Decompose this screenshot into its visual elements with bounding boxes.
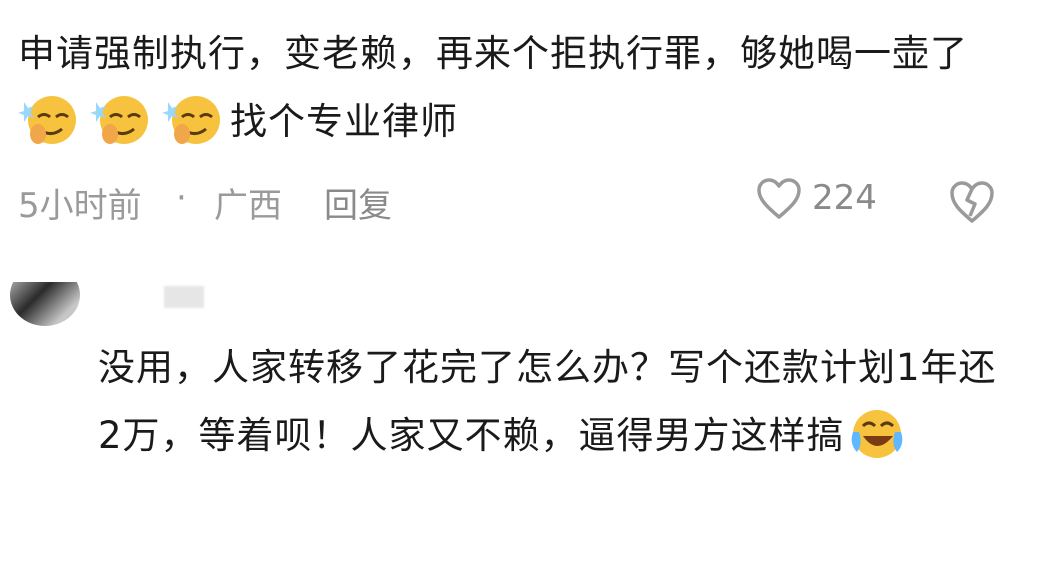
avatar-top-divider [10, 252, 80, 282]
comment-text: 申请强制执行，变老赖，再来个拒执行罪，够她喝一壶了 找个专业律师 [18, 20, 1028, 156]
meta-separator: · [176, 178, 187, 218]
laugh-cry-emoji-icon [851, 410, 902, 458]
comment-time: 5小时前 [18, 186, 142, 226]
smirk-emoji-icon [162, 96, 220, 144]
smirk-emoji-icon [90, 96, 148, 144]
dislike-button[interactable] [948, 180, 998, 226]
comment-body-part2: 找个专业律师 [230, 100, 458, 143]
broken-heart-icon [950, 181, 994, 223]
smirk-emoji-icon [18, 96, 76, 144]
username-redacted[interactable] [164, 286, 204, 308]
reply-button[interactable]: 回复 [324, 178, 392, 227]
comment-meta: 5小时前 · 广西 回复 224 [18, 172, 1028, 228]
like-button[interactable]: 224 [756, 176, 906, 224]
like-count: 224 [812, 178, 877, 218]
heart-icon [757, 178, 801, 219]
comment-body-part1: 申请强制执行，变老赖，再来个拒执行罪，够她喝一壶了 [18, 32, 968, 75]
comment-region: 广西 [214, 186, 282, 226]
reply-text: 没用，人家转移了花完了怎么办？写个还款计划1年还2万，等着呗！人家又不赖，逼得男… [98, 334, 1013, 470]
